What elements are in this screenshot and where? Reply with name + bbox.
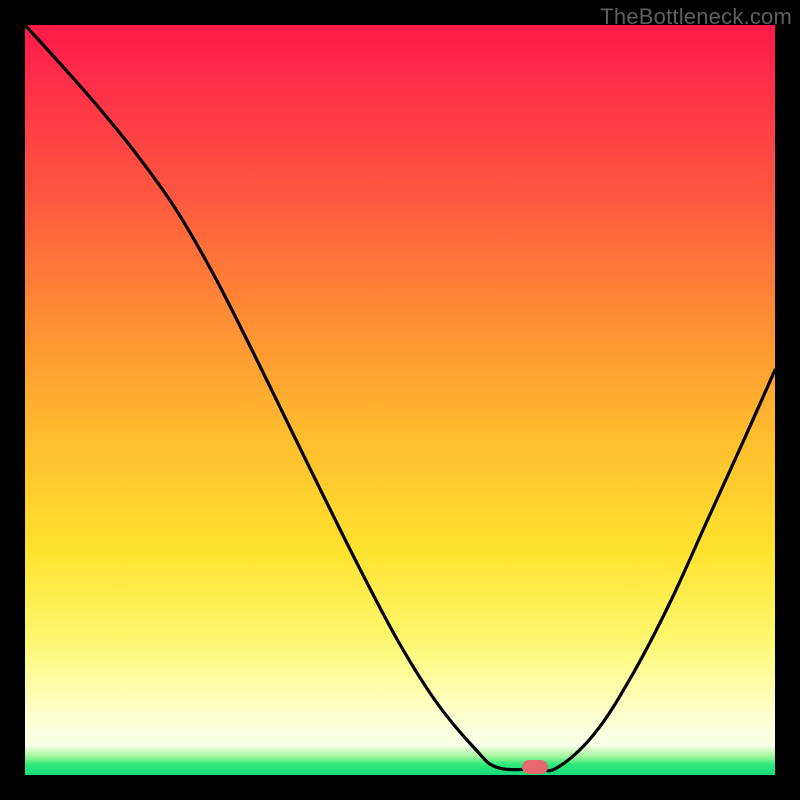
bottleneck-curve-path xyxy=(25,25,775,771)
optimum-marker xyxy=(522,760,548,774)
curve-svg xyxy=(25,25,775,775)
chart-frame: TheBottleneck.com xyxy=(0,0,800,800)
plot-area xyxy=(25,25,775,775)
watermark-text: TheBottleneck.com xyxy=(600,4,792,30)
